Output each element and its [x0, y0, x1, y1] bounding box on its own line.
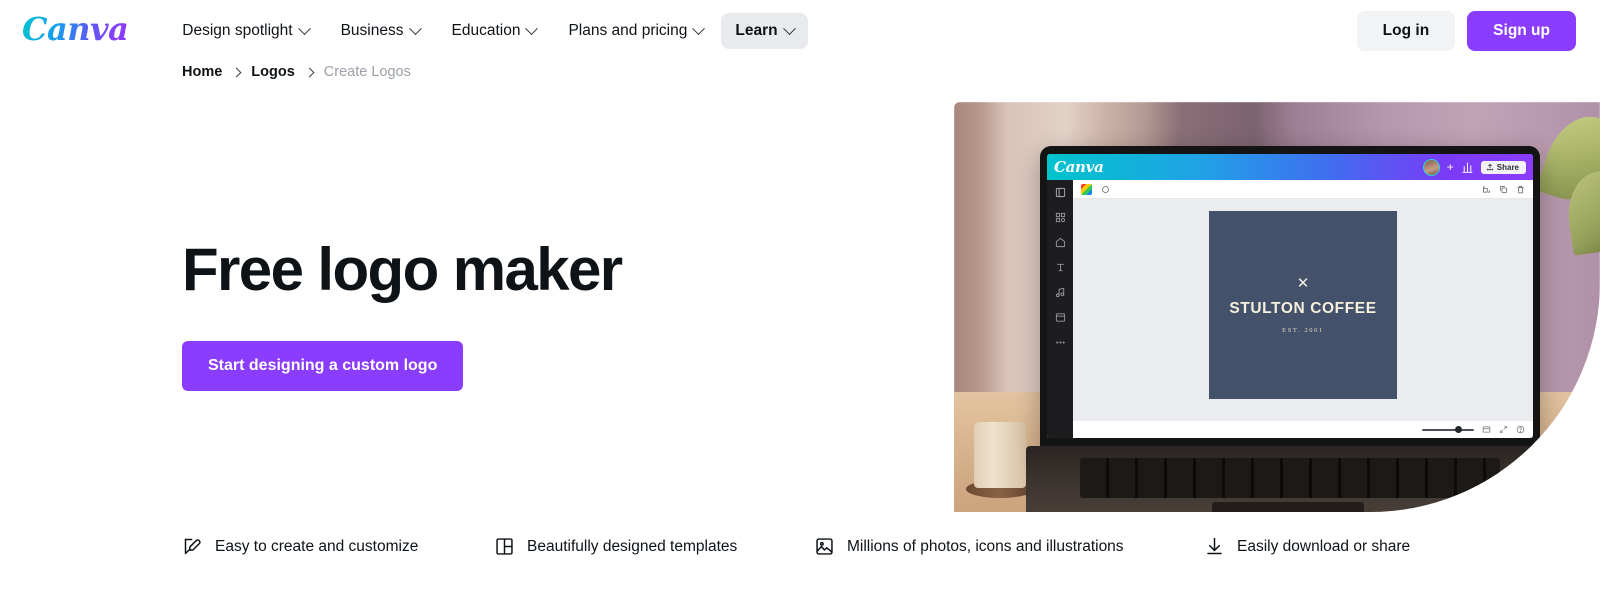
laptop-lid: Canva + Share ✕ STULTON COFFEE EST. 2001: [1040, 146, 1540, 448]
editor-body: ✕ STULTON COFFEE EST. 2001: [1047, 180, 1533, 438]
coffee-cup: [974, 422, 1026, 488]
projects-icon: [1055, 313, 1065, 322]
design-panel-icon: [1055, 187, 1065, 198]
crossed-mark-icon: ✕: [1296, 275, 1310, 292]
breadcrumb: Home Logos Create Logos: [182, 64, 411, 80]
nav-item-design-spotlight[interactable]: Design spotlight: [168, 13, 322, 49]
pencil-edit-icon: [184, 538, 201, 555]
nav-item-label: Education: [451, 22, 521, 39]
editor-share-label: Share: [1496, 162, 1519, 172]
pages-icon: [1482, 426, 1491, 433]
duplicate-icon: [1500, 185, 1507, 193]
transparency-icon: [1102, 185, 1109, 193]
zoom-slider: [1422, 425, 1474, 433]
start-designing-button[interactable]: Start designing a custom logo: [182, 341, 464, 391]
feature-item-templates: Beautifully designed templates: [494, 536, 814, 557]
logo-design: ✕ STULTON COFFEE EST. 2001: [1209, 211, 1397, 399]
feature-item-photos: Millions of photos, icons and illustrati…: [814, 536, 1204, 557]
editor-share-button: Share: [1480, 160, 1526, 174]
analytics-icon: [1462, 162, 1473, 173]
chevron-down-icon: [692, 21, 706, 35]
page-title: Free logo maker: [182, 236, 623, 303]
audio-icon: [1055, 287, 1064, 298]
feature-label: Millions of photos, icons and illustrati…: [847, 537, 1124, 555]
canva-logo-text: Canva: [22, 11, 129, 51]
editor-toolbar-right: [1482, 185, 1525, 194]
nav-item-label: Business: [340, 22, 404, 39]
chevron-right-icon: [231, 67, 242, 77]
main-navigation: Design spotlight Business Education Plan…: [168, 13, 808, 49]
chevron-right-icon: [304, 67, 315, 77]
zoom-slider-handle: [1455, 425, 1462, 433]
editor-top-bar: Canva + Share: [1047, 154, 1533, 180]
nav-item-business[interactable]: Business: [327, 13, 434, 49]
chevron-down-icon: [297, 21, 311, 35]
chevron-down-icon: [782, 21, 796, 35]
sign-up-button[interactable]: Sign up: [1467, 11, 1576, 51]
logo-brand-name: STULTON COFFEE: [1229, 300, 1377, 317]
feature-label: Easy to create and customize: [215, 537, 419, 555]
breadcrumb-item-create-logos: Create Logos: [323, 64, 411, 80]
laptop-mockup: Canva + Share ✕ STULTON COFFEE EST. 2001: [1026, 146, 1554, 512]
fullscreen-icon: [1500, 426, 1507, 433]
nav-item-label: Learn: [735, 22, 778, 39]
upload-icon: [1486, 163, 1493, 171]
delete-icon: [1517, 185, 1524, 193]
editor-bottom-bar: [1073, 421, 1533, 438]
canva-logo[interactable]: Canva: [22, 11, 129, 51]
site-header: Canva Design spotlight Business Educatio…: [0, 0, 1600, 62]
feature-label: Easily download or share: [1237, 537, 1411, 555]
laptop-screen: Canva + Share ✕ STULTON COFFEE EST. 2001: [1047, 154, 1533, 438]
photo-image-icon: [816, 538, 833, 555]
add-member-icon: +: [1446, 160, 1454, 174]
laptop-base: [1026, 446, 1554, 512]
feature-item-download: Easily download or share: [1204, 536, 1410, 557]
color-swatch-icon: [1081, 183, 1092, 195]
hero-image: Canva + Share ✕ STULTON COFFEE EST. 2001: [954, 102, 1600, 512]
header-actions: Log in Sign up: [1356, 11, 1576, 51]
nav-item-label: Design spotlight: [182, 22, 293, 39]
nav-item-plans-and-pricing[interactable]: Plans and pricing: [554, 13, 717, 49]
position-icon: [1483, 186, 1490, 192]
breadcrumb-item-logos[interactable]: Logos: [251, 64, 295, 80]
logo-established-text: EST. 2001: [1282, 327, 1324, 334]
feature-list: Easy to create and customize Beautifully…: [182, 536, 1452, 557]
templates-layout-icon: [496, 538, 513, 555]
laptop-trackpad: [1212, 502, 1364, 512]
help-icon: [1516, 425, 1525, 434]
editor-toolbar: [1073, 180, 1533, 199]
nav-item-label: Plans and pricing: [568, 22, 688, 39]
brand-icon: [1055, 237, 1065, 248]
feature-item-easy-to-create: Easy to create and customize: [182, 536, 494, 557]
avatar: [1422, 158, 1440, 176]
editor-canva-logo: Canva: [1054, 158, 1104, 176]
log-in-button[interactable]: Log in: [1356, 11, 1456, 51]
editor-canvas: ✕ STULTON COFFEE EST. 2001: [1073, 199, 1533, 421]
editor-side-rail: [1047, 180, 1073, 438]
elements-icon: [1055, 212, 1065, 223]
text-icon: [1056, 263, 1064, 272]
editor-top-bar-actions: + Share: [1422, 158, 1526, 176]
nav-item-learn[interactable]: Learn: [721, 13, 808, 49]
editor-main: ✕ STULTON COFFEE EST. 2001: [1073, 180, 1533, 438]
nav-item-education[interactable]: Education: [438, 13, 551, 49]
breadcrumb-item-home[interactable]: Home: [182, 64, 222, 80]
feature-label: Beautifully designed templates: [527, 537, 738, 555]
download-icon: [1207, 537, 1222, 555]
laptop-keyboard: [1080, 458, 1500, 498]
page-root: Canva Design spotlight Business Educatio…: [0, 0, 1600, 598]
chevron-down-icon: [408, 21, 422, 35]
hero-text-block: Free logo maker Start designing a custom…: [182, 236, 623, 391]
chevron-down-icon: [525, 21, 539, 35]
more-apps-icon: [1055, 341, 1065, 344]
